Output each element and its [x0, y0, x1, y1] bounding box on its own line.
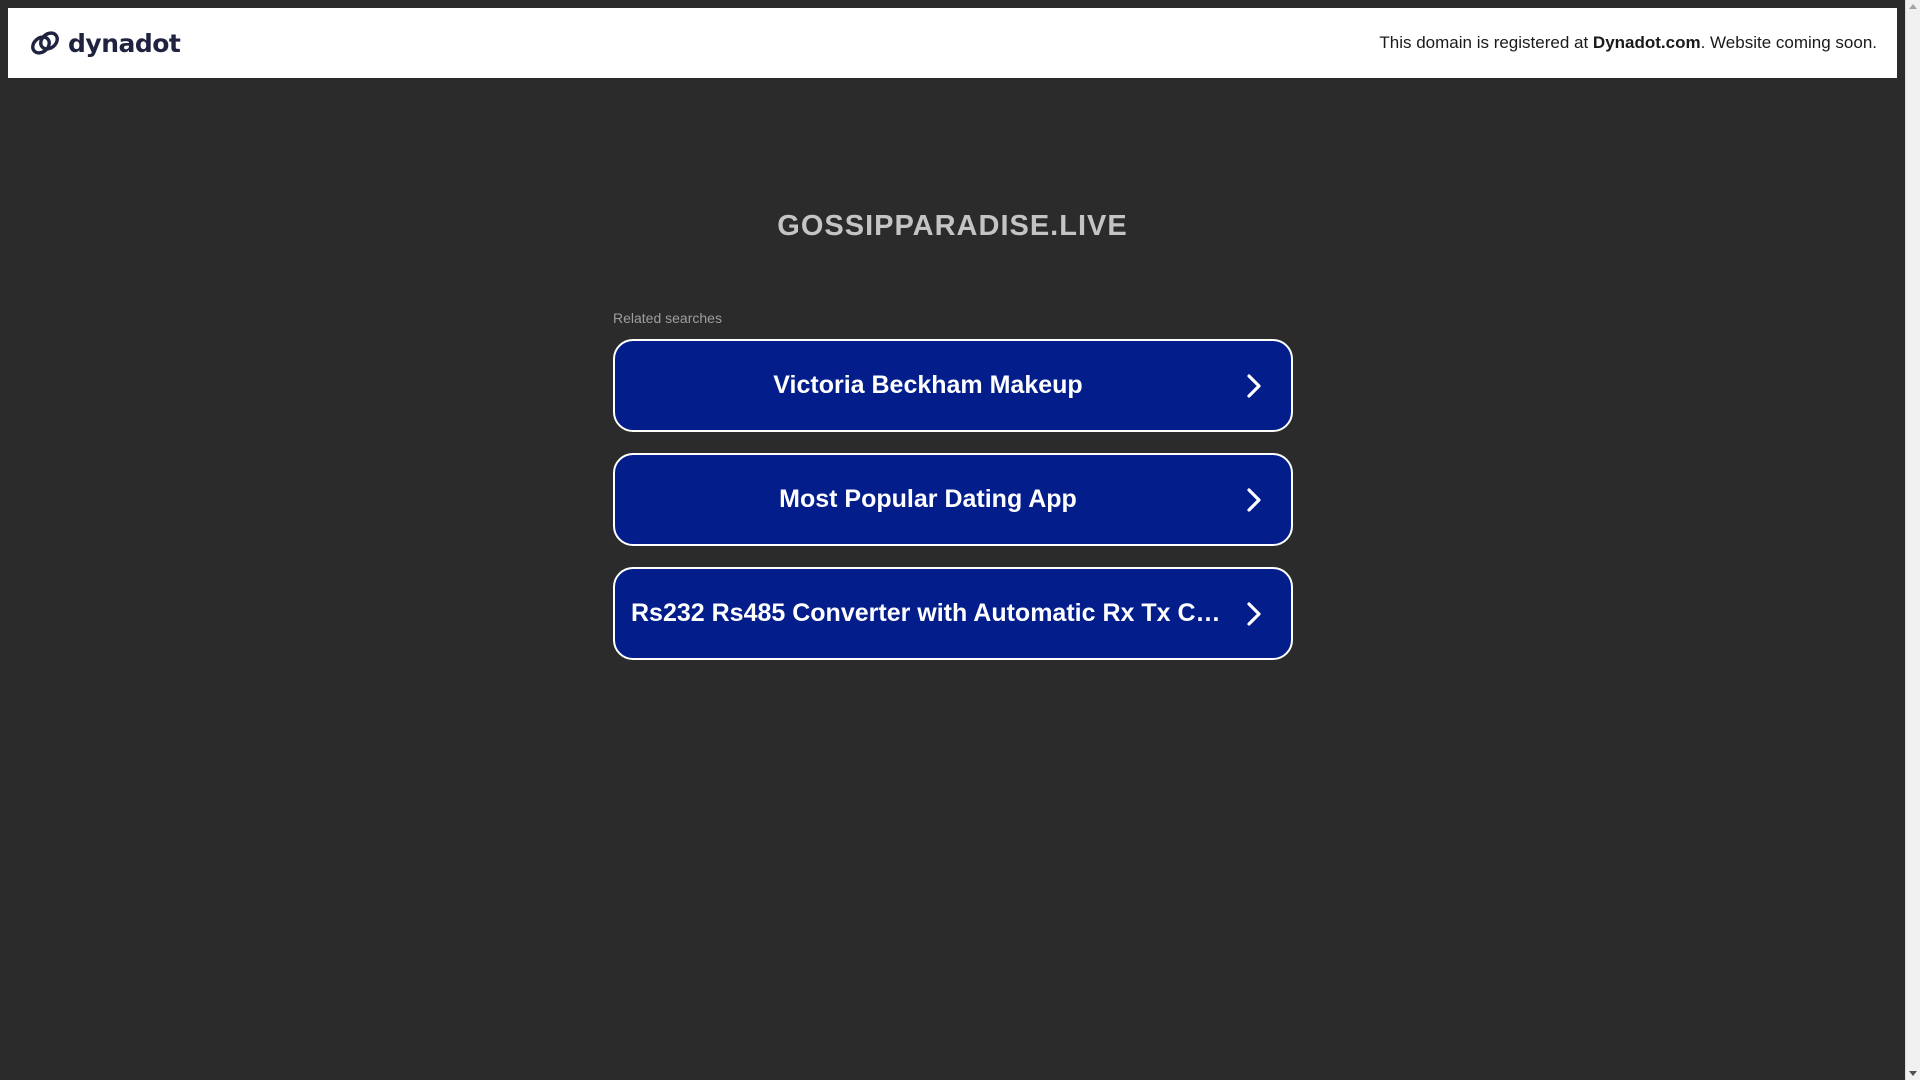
chevron-right-icon: [1247, 373, 1261, 398]
logo-text: dynadot: [68, 28, 181, 58]
banner-message-suffix: . Website coming soon.: [1700, 33, 1877, 52]
banner-message-prefix: This domain is registered at: [1379, 33, 1593, 52]
related-searches: Related searches Victoria Beckham Makeup…: [613, 310, 1293, 681]
related-search-link-2[interactable]: Most Popular Dating App: [613, 453, 1293, 546]
related-search-link-3[interactable]: Rs232 Rs485 Converter with Automatic Rx …: [613, 567, 1293, 660]
chevron-right-icon: [1247, 487, 1261, 512]
related-searches-label: Related searches: [613, 310, 722, 326]
scroll-down-icon[interactable]: [1909, 1071, 1917, 1076]
dynadot-logo-link[interactable]: dynadot: [28, 26, 181, 60]
scroll-up-icon[interactable]: [1909, 4, 1917, 9]
page: dynadot This domain is registered at Dyn…: [0, 0, 1920, 1080]
domain-title: GOSSIPPARADISE.LIVE: [777, 210, 1128, 242]
vertical-scrollbar[interactable]: [1905, 0, 1920, 1080]
banner-message-brand[interactable]: Dynadot.com: [1593, 33, 1701, 52]
related-search-label: Victoria Beckham Makeup: [773, 371, 1083, 399]
related-search-label: Rs232 Rs485 Converter with Automatic Rx …: [631, 599, 1243, 627]
related-search-label: Most Popular Dating App: [779, 485, 1077, 513]
banner-message: This domain is registered at Dynadot.com…: [1379, 33, 1877, 53]
dynadot-logo-icon: [31, 31, 59, 55]
chevron-right-icon: [1247, 601, 1261, 626]
related-search-link-1[interactable]: Victoria Beckham Makeup: [613, 339, 1293, 432]
registrar-banner: dynadot This domain is registered at Dyn…: [8, 8, 1897, 78]
